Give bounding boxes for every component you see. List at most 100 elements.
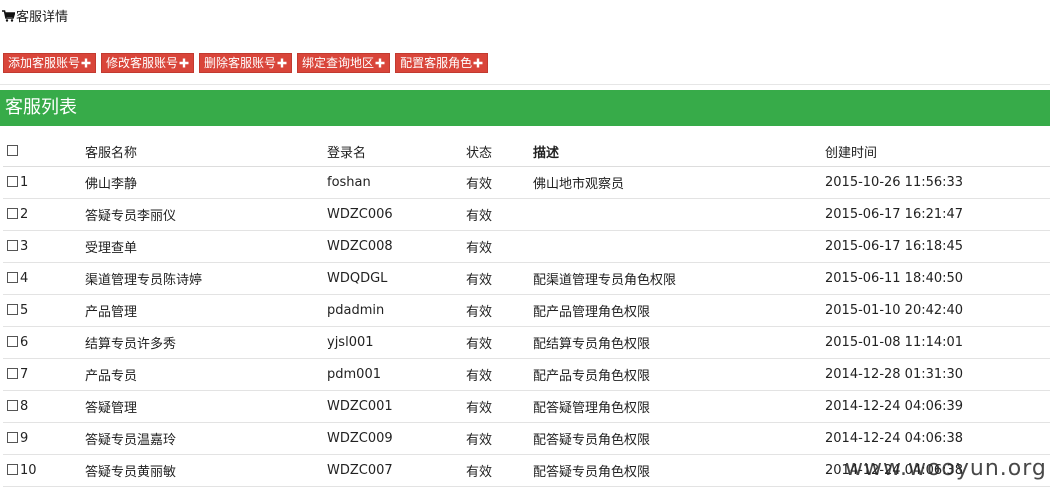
column-header-description: 描述 <box>533 137 825 167</box>
delete-account-button[interactable]: 删除客服账号 <box>199 53 293 73</box>
description <box>533 230 825 263</box>
created-time: 2015-01-10 20:42:40 <box>825 294 1050 327</box>
row-select-cell: 4 <box>3 262 85 295</box>
status: 有效 <box>466 198 533 231</box>
row-checkbox[interactable] <box>7 368 18 379</box>
row-checkbox[interactable] <box>7 304 18 315</box>
agent-name: 产品管理 <box>85 294 327 327</box>
row-index: 6 <box>20 335 29 350</box>
column-header-login: 登录名 <box>327 137 466 167</box>
bind-region-button[interactable]: 绑定查询地区 <box>297 53 391 73</box>
table-row[interactable]: 4 渠道管理专员陈诗婷 WDQDGL 有效 配渠道管理专员角色权限 2015-06-11 … <box>3 262 1050 295</box>
table-row[interactable]: 5 产品管理 pdadmin 有效 配产品管理角色权限 2015-01-10 20:42:… <box>3 294 1050 327</box>
column-header-created: 创建时间 <box>825 137 1050 167</box>
status: 有效 <box>466 390 533 423</box>
description: 佛山地市观察员 <box>533 166 825 199</box>
divider <box>0 84 1050 85</box>
cart-icon <box>2 9 15 22</box>
row-select-cell: 8 <box>3 390 85 423</box>
row-index: 4 <box>20 271 29 286</box>
description: 配答疑专员角色权限 <box>533 422 825 455</box>
description: 配答疑管理角色权限 <box>533 390 825 423</box>
row-checkbox[interactable] <box>7 432 18 443</box>
status: 有效 <box>466 422 533 455</box>
login-name: WDZC007 <box>327 454 466 487</box>
row-select-cell: 7 <box>3 358 85 391</box>
plus-icon <box>473 58 483 68</box>
row-select-cell: 3 <box>3 230 85 263</box>
row-checkbox[interactable] <box>7 272 18 283</box>
status: 有效 <box>466 326 533 359</box>
description: 配结算专员角色权限 <box>533 326 825 359</box>
created-time: 2015-10-26 11:56:33 <box>825 166 1050 199</box>
row-index: 1 <box>20 175 29 190</box>
configure-role-button-label: 配置客服角色 <box>400 56 473 70</box>
status: 有效 <box>466 230 533 263</box>
row-checkbox[interactable] <box>7 464 18 475</box>
configure-role-button[interactable]: 配置客服角色 <box>395 53 489 73</box>
login-name: WDZC001 <box>327 390 466 423</box>
plus-icon <box>375 58 385 68</box>
row-checkbox[interactable] <box>7 240 18 251</box>
select-all-checkbox[interactable] <box>7 145 18 156</box>
table-row[interactable]: 9 答疑专员温嘉玲 WDZC009 有效 配答疑专员角色权限 2014-12-24 04:… <box>3 422 1050 455</box>
login-name: yjsl001 <box>327 326 466 359</box>
column-header-status: 状态 <box>466 137 533 167</box>
table-row[interactable]: 2 答疑专员李丽仪 WDZC006 有效 2015-06-17 16:21:47 <box>3 198 1050 231</box>
table-row[interactable]: 7 产品专员 pdm001 有效 配产品专员角色权限 2014-12-28 01:31:3… <box>3 358 1050 391</box>
agent-name: 答疑专员李丽仪 <box>85 198 327 231</box>
row-checkbox[interactable] <box>7 208 18 219</box>
row-index: 9 <box>20 431 29 446</box>
agent-name: 受理查单 <box>85 230 327 263</box>
login-name: pdm001 <box>327 358 466 391</box>
row-checkbox[interactable] <box>7 176 18 187</box>
login-name: pdadmin <box>327 294 466 327</box>
created-time: 2014-12-24 04:06:39 <box>825 390 1050 423</box>
table-row[interactable]: 1 佛山李静 foshan 有效 佛山地市观察员 2015-10-26 11:56:33 <box>3 166 1050 199</box>
row-index: 5 <box>20 303 29 318</box>
row-index: 8 <box>20 399 29 414</box>
created-time: 2014-12-28 01:31:30 <box>825 358 1050 391</box>
row-index: 7 <box>20 367 29 382</box>
row-checkbox[interactable] <box>7 400 18 411</box>
row-select-cell: 1 <box>3 166 85 199</box>
row-select-cell: 2 <box>3 198 85 231</box>
agent-name: 渠道管理专员陈诗婷 <box>85 262 327 295</box>
created-time: 2014-12-24 04:06:38 <box>825 422 1050 455</box>
status: 有效 <box>466 454 533 487</box>
created-time: 2015-06-17 16:21:47 <box>825 198 1050 231</box>
plus-icon <box>179 58 189 68</box>
login-name: WDQDGL <box>327 262 466 295</box>
panel-title: 客服列表 <box>0 90 1050 126</box>
agent-name: 结算专员许多秀 <box>85 326 327 359</box>
row-select-cell: 10 <box>3 454 85 487</box>
column-header-name: 客服名称 <box>85 137 327 167</box>
status: 有效 <box>466 262 533 295</box>
plus-icon <box>81 58 91 68</box>
description: 配答疑专员角色权限 <box>533 454 825 487</box>
add-account-button-label: 添加客服账号 <box>8 56 81 70</box>
watermark: www.wooyun.org <box>845 456 1047 481</box>
agent-name: 答疑专员温嘉玲 <box>85 422 327 455</box>
description <box>533 198 825 231</box>
agent-name: 答疑专员黄丽敏 <box>85 454 327 487</box>
table-row[interactable]: 3 受理查单 WDZC008 有效 2015-06-17 16:18:45 <box>3 230 1050 263</box>
table-header-row: 客服名称 登录名 状态 描述 创建时间 <box>3 137 1050 167</box>
description: 配产品管理角色权限 <box>533 294 825 327</box>
row-select-cell: 5 <box>3 294 85 327</box>
login-name: WDZC009 <box>327 422 466 455</box>
table-row[interactable]: 6 结算专员许多秀 yjsl001 有效 配结算专员角色权限 2015-01-08 11:… <box>3 326 1050 359</box>
select-all-cell <box>3 137 85 167</box>
bind-region-button-label: 绑定查询地区 <box>302 56 375 70</box>
edit-account-button[interactable]: 修改客服账号 <box>101 53 195 73</box>
status: 有效 <box>466 358 533 391</box>
created-time: 2015-06-11 18:40:50 <box>825 262 1050 295</box>
status: 有效 <box>466 166 533 199</box>
row-select-cell: 9 <box>3 422 85 455</box>
row-index: 10 <box>20 463 37 478</box>
row-checkbox[interactable] <box>7 336 18 347</box>
agent-name: 产品专员 <box>85 358 327 391</box>
add-account-button[interactable]: 添加客服账号 <box>3 53 97 73</box>
created-time: 2015-06-17 16:18:45 <box>825 230 1050 263</box>
table-row[interactable]: 8 答疑管理 WDZC001 有效 配答疑管理角色权限 2014-12-24 04:06:… <box>3 390 1050 423</box>
